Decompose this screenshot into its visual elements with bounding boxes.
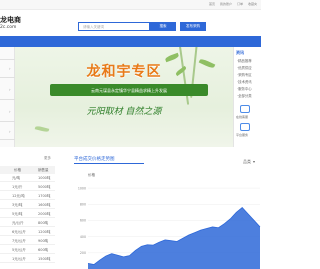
y-tick-label: 800 bbox=[80, 202, 86, 206]
y-tick-label: 600 bbox=[80, 219, 86, 223]
table-row[interactable]: 7元/公斤 900吨 bbox=[0, 237, 55, 245]
column-header-volume: 销售量 bbox=[38, 168, 49, 172]
publish-purchase-button[interactable]: 发布采购 bbox=[180, 22, 206, 31]
chevron-right-icon[interactable]: › bbox=[9, 109, 11, 114]
category-divider bbox=[0, 59, 15, 60]
side-panel-item[interactable]: ·服务中心 bbox=[237, 86, 252, 91]
category-select[interactable]: 品类 bbox=[243, 159, 251, 165]
top-links: 首页 我的账户 订单 收藏夹 bbox=[209, 2, 257, 6]
volume-cell: 1700吨 bbox=[38, 194, 51, 198]
chevron-right-icon[interactable]: › bbox=[9, 129, 11, 134]
price-cell: 1元/公斤 bbox=[12, 257, 26, 261]
main-nav-bar bbox=[0, 36, 261, 47]
price-table-more-link[interactable]: 更多 bbox=[44, 156, 51, 161]
platform-service-label: 平台服务 bbox=[236, 133, 249, 137]
chevron-down-icon[interactable]: ▾ bbox=[253, 159, 255, 164]
table-row[interactable]: 6元/公斤 1200吨 bbox=[0, 228, 55, 236]
promo-banner[interactable]: 龙和宇专区 云南元谋县永定镇华宁县精益求精上升发展 元阳取材 自然之源 bbox=[15, 47, 233, 147]
price-trend-chart: 1000 800 600 400 200 价格 bbox=[78, 172, 261, 269]
y-tick-label: 1000 bbox=[78, 186, 86, 190]
banner-title: 龙和宇专区 bbox=[86, 64, 162, 80]
price-cell: 5元/公斤 bbox=[12, 248, 26, 252]
customer-service-label: 在线客服 bbox=[236, 115, 249, 119]
side-panel-item[interactable]: ·全部分类 bbox=[237, 93, 252, 98]
category-divider bbox=[0, 77, 15, 78]
leaf-decoration bbox=[34, 125, 50, 133]
customer-service-icon[interactable] bbox=[240, 105, 250, 113]
volume-cell: 2000吨 bbox=[38, 212, 51, 216]
price-cell: 12元/吨 bbox=[12, 194, 25, 198]
y-axis-label: 价格 bbox=[88, 172, 95, 177]
side-panel-item[interactable]: ·技术资讯 bbox=[237, 79, 252, 84]
price-cell: 1元/斤 bbox=[12, 185, 23, 189]
volume-cell: 1000吨 bbox=[38, 176, 51, 180]
category-divider bbox=[0, 99, 15, 100]
price-table: 更多 价格 销售量 元/吨 1000吨 1元/斤 5000吨 12元/吨 1700吨 3元/… bbox=[0, 156, 55, 269]
volume-cell: 600吨 bbox=[38, 248, 49, 252]
site-logo[interactable]: 龙电商 bbox=[0, 15, 21, 25]
volume-cell: 900吨 bbox=[38, 239, 49, 243]
volume-cell: 1500吨 bbox=[38, 257, 51, 261]
info-side-panel: 资讯 ·精品推荐 ·优质供应 ·采购专区 ·技术资讯 ·服务中心 ·全部分类 在… bbox=[233, 47, 261, 147]
price-cell: 元/公斤 bbox=[12, 221, 24, 225]
chevron-right-icon[interactable]: › bbox=[9, 87, 11, 92]
category-divider bbox=[0, 121, 15, 122]
top-link-account[interactable]: 我的账户 bbox=[220, 2, 232, 6]
banner-strip: 云南元谋县永定镇华宁县精益求精上升发展 bbox=[50, 84, 208, 96]
table-row[interactable]: 1元/公斤 1500吨 bbox=[0, 255, 55, 263]
volume-cell: 800吨 bbox=[38, 221, 49, 225]
chart-title: 平台成交价格走势图 bbox=[74, 157, 115, 162]
chevron-right-icon[interactable]: › bbox=[9, 66, 11, 71]
search-button[interactable]: 搜索 bbox=[150, 22, 176, 31]
price-cell: 7元/公斤 bbox=[12, 239, 26, 243]
price-cell: 元/吨 bbox=[12, 176, 21, 180]
table-row[interactable]: 5元/吨 2000吨 bbox=[0, 210, 55, 218]
price-area bbox=[88, 207, 260, 269]
price-cell: 3元/吨 bbox=[12, 203, 23, 207]
price-cell: 6元/公斤 bbox=[12, 230, 26, 234]
price-cell: 5元/吨 bbox=[12, 212, 23, 216]
category-divider bbox=[0, 139, 15, 140]
price-table-header: 价格 销售量 bbox=[0, 166, 55, 174]
side-panel-item[interactable]: ·采购专区 bbox=[237, 72, 252, 77]
side-panel-heading: 资讯 bbox=[236, 50, 244, 55]
top-link-home[interactable]: 首页 bbox=[209, 2, 215, 6]
side-panel-item[interactable]: ·精品推荐 bbox=[237, 58, 252, 63]
chart-title-underline bbox=[74, 163, 144, 164]
volume-cell: 1600吨 bbox=[38, 203, 51, 207]
y-tick-label: 400 bbox=[80, 235, 86, 239]
volume-cell: 5000吨 bbox=[38, 185, 51, 189]
search-input[interactable]: 请输入关键词 bbox=[78, 22, 150, 31]
column-header-price: 价格 bbox=[14, 168, 21, 172]
top-link-favorites[interactable]: 收藏夹 bbox=[248, 2, 257, 6]
table-row[interactable]: 1元/斤 5000吨 bbox=[0, 183, 55, 191]
top-bar: 首页 我的账户 订单 收藏夹 bbox=[0, 0, 261, 10]
banner-slogan: 元阳取材 自然之源 bbox=[86, 107, 162, 117]
site-domain: 2c.com bbox=[0, 25, 17, 30]
table-row[interactable]: 5元/公斤 600吨 bbox=[0, 246, 55, 254]
table-row[interactable]: 元/吨 1000吨 bbox=[0, 174, 55, 182]
table-row[interactable]: 3元/吨 1600吨 bbox=[0, 201, 55, 209]
side-panel-item[interactable]: ·优质供应 bbox=[237, 65, 252, 70]
volume-cell: 1200吨 bbox=[38, 230, 51, 234]
top-link-orders[interactable]: 订单 bbox=[237, 2, 243, 6]
platform-service-icon[interactable] bbox=[240, 123, 250, 131]
table-row[interactable]: 12元/吨 1700吨 bbox=[0, 192, 55, 200]
y-tick-label: 200 bbox=[80, 251, 86, 255]
table-row[interactable]: 元/公斤 800吨 bbox=[0, 219, 55, 227]
category-sidebar: › › › › bbox=[0, 47, 15, 147]
